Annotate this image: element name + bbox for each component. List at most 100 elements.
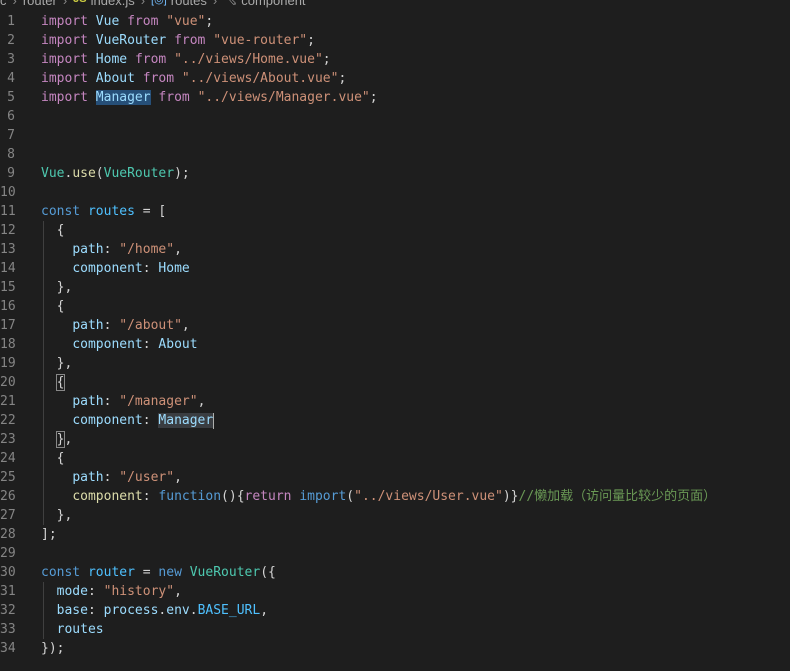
line-number: 2 [7,33,15,48]
code-line[interactable]: 9 Vue.use(VueRouter); [0,164,790,183]
class-name: VueRouter [103,166,175,181]
code-line[interactable]: 15 }, [0,278,790,297]
code-line[interactable]: 2 import VueRouter from "vue-router"; [0,31,790,50]
line-number: 15 [0,280,16,295]
line-number: 24 [0,451,16,466]
punctuation: , [174,470,182,485]
code-line[interactable]: 12 { [0,221,790,240]
code-line[interactable]: 4 import About from "../views/About.vue"; [0,69,790,88]
code-line[interactable]: 5 import Manager from "../views/Manager.v… [0,88,790,107]
punctuation: )} [502,489,519,504]
code-line[interactable]: 3 import Home from "../views/Home.vue"; [0,50,790,69]
punctuation: ; [205,14,214,29]
code-line[interactable]: 20 { [0,373,790,392]
code-line[interactable]: 24 { [0,449,790,468]
code-line[interactable]: 16 { [0,297,790,316]
punctuation: ; [307,33,315,48]
punctuation: = [ [134,204,167,219]
property: path [72,394,104,409]
property: component [72,261,143,276]
code-line[interactable]: 19 }, [0,354,790,373]
line-number: 14 [0,261,16,276]
code-line[interactable]: 1 import Vue from "vue"; [0,12,790,31]
line-number: 18 [0,337,16,352]
identifier: BASE_URL [197,603,261,618]
matched-bracket: { [55,374,66,391]
code-editor[interactable]: 1 import Vue from "vue"; 2 import VueRoute… [0,12,790,658]
code-line[interactable]: 22 component: Manager [0,411,790,430]
punctuation: , [197,394,206,409]
string: "../views/User.vue" [354,489,503,504]
code-line[interactable]: 29 [0,544,790,563]
code-line[interactable]: 25 path: "/user", [0,468,790,487]
punctuation: : [142,337,159,352]
code-line[interactable]: 8 [0,145,790,164]
breadcrumb-item-src[interactable]: c [0,0,7,8]
line-number: 9 [7,166,15,181]
punctuation: : [142,413,159,428]
line-number: 26 [0,489,16,504]
code-line[interactable]: 31 mode: "history", [0,582,790,601]
punctuation: ; [369,90,378,105]
string: "/home" [119,242,175,257]
line-number: 33 [0,622,16,637]
code-line[interactable]: 23 }, [0,430,790,449]
line-number: 6 [7,109,15,124]
code-line[interactable]: 34}); [0,639,790,658]
punctuation: ( [346,489,355,504]
breadcrumb-item-routes[interactable]: routes [171,0,207,8]
code-line[interactable]: 27 }, [0,506,790,525]
keyword: return [244,489,292,504]
code-line[interactable]: 7 [0,126,790,145]
string: "/about" [119,318,182,333]
breadcrumb: c › router › JS index.js › [◎] routes › 🔧︎componen… [0,0,790,9]
line-number: 3 [7,52,15,67]
identifier: Vue [95,14,120,29]
punctuation: , [181,318,190,333]
punctuation: : [142,261,159,276]
keyword: import [41,33,88,48]
property: component [72,337,143,352]
line-number: 28 [0,527,16,542]
code-line[interactable]: 6 [0,107,790,126]
identifier: About [95,71,135,86]
keyword: from [158,90,190,105]
keyword: from [142,71,175,86]
code-line[interactable]: 14 component: Home [0,259,790,278]
identifier: routes [56,622,104,637]
code-line[interactable]: 26 component: function(){return import("… [0,487,790,506]
punctuation: : [103,318,120,333]
punctuation: , [174,584,182,599]
code-line[interactable]: 13 path: "/home", [0,240,790,259]
code-line[interactable]: 30 const router = new VueRouter({ [0,563,790,582]
keyword: function [158,489,222,504]
string: "vue" [166,14,206,29]
line-number: 12 [0,223,16,238]
breadcrumb-item-router[interactable]: router [23,0,57,8]
line-number: 31 [0,584,16,599]
code-line[interactable]: 33 routes [0,620,790,639]
punctuation: }, [56,356,73,371]
code-line[interactable]: 17 path: "/about", [0,316,790,335]
string: "../views/Manager.vue" [197,90,370,105]
punctuation: ); [174,166,190,181]
code-line[interactable]: 21 path: "/manager", [0,392,790,411]
keyword: new [158,565,182,580]
line-number: 32 [0,603,16,618]
keyword: import [299,489,347,504]
code-line[interactable]: 18 component: About [0,335,790,354]
string: "vue-router" [213,33,308,48]
punctuation: ]; [41,527,57,542]
identifier: VueRouter [95,33,167,48]
code-line[interactable]: 28]; [0,525,790,544]
breadcrumb-item-component[interactable]: component [241,0,305,8]
punctuation: (){ [221,489,245,504]
keyword: import [41,14,88,29]
code-line[interactable]: 32 base: process.env.BASE_URL, [0,601,790,620]
property: path [72,242,104,257]
code-line[interactable]: 10 [0,183,790,202]
code-line[interactable]: 11 const routes = [ [0,202,790,221]
punctuation: , [174,242,182,257]
breadcrumb-item-file[interactable]: index.js [91,0,135,8]
line-number: 1 [7,14,15,29]
